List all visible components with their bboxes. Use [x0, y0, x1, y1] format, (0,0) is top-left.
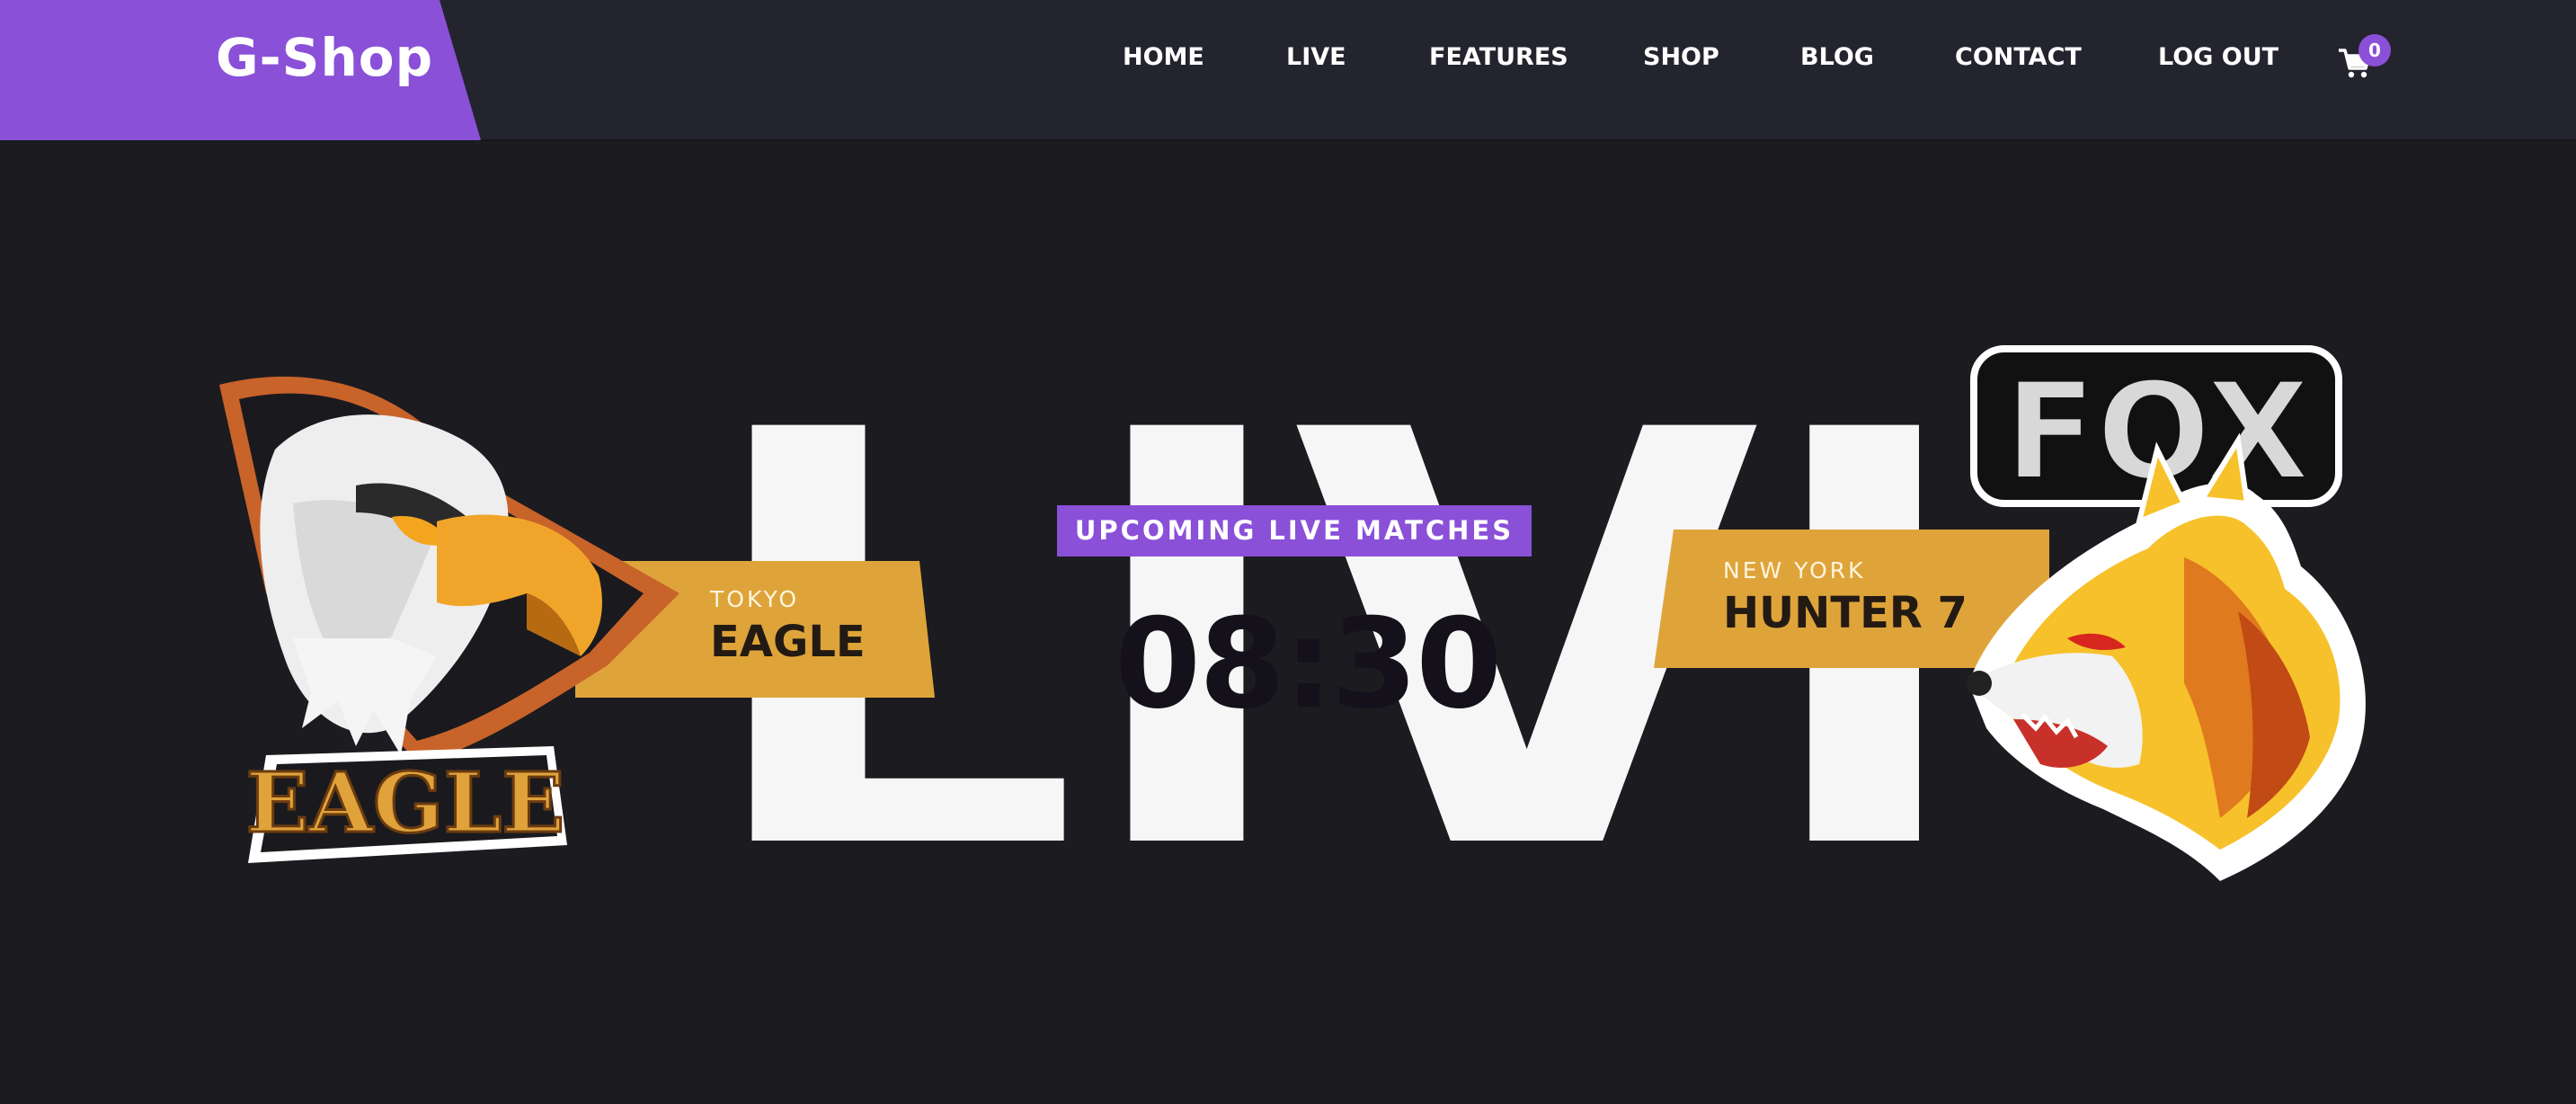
- brand-logo-block[interactable]: G-Shop: [0, 0, 481, 140]
- fox-logo: FOX: [1914, 342, 2382, 899]
- cart-count-badge: 0: [2358, 34, 2391, 67]
- upcoming-matches-badge: UPCOMING LIVE MATCHES: [1057, 505, 1532, 556]
- nav-item-features[interactable]: FEATURES: [1429, 43, 1568, 71]
- nav-item-contact[interactable]: CONTACT: [1955, 43, 2082, 71]
- eagle-logo: EAGLE: [212, 369, 680, 872]
- match-countdown: 08:30: [1115, 592, 1502, 736]
- nav-item-blog[interactable]: BLOG: [1800, 43, 1874, 71]
- nav-item-shop[interactable]: SHOP: [1643, 43, 1719, 71]
- site-header: G-Shop HOME LIVE FEATURES SHOP BLOG CONT…: [0, 0, 2576, 141]
- nav-item-logout[interactable]: LOG OUT: [2158, 43, 2278, 71]
- team-left-name: EAGLE: [710, 617, 866, 667]
- brand-name[interactable]: G-Shop: [216, 27, 433, 88]
- team-right-city: NEW YORK: [1723, 557, 1866, 583]
- eagle-logo-text: EAGLE: [246, 754, 565, 851]
- team-left-city: TOKYO: [710, 586, 800, 612]
- nav-item-live[interactable]: LIVE: [1286, 43, 1346, 71]
- nav-item-home[interactable]: HOME: [1123, 43, 1204, 71]
